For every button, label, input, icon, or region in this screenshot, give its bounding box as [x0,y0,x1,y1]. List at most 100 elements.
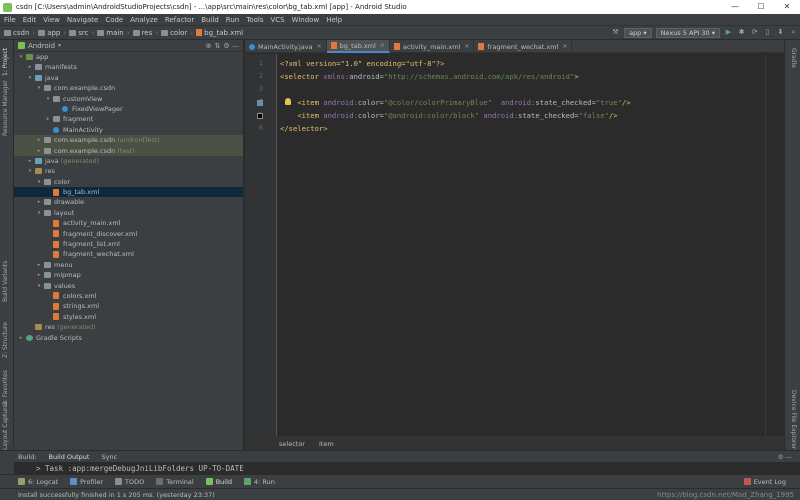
close-button[interactable]: ✕ [774,0,800,14]
editor-tab[interactable]: bg_tab.xml × [326,40,390,53]
chevron-down-icon[interactable]: ▾ [36,281,42,291]
tree-item[interactable]: fragment_list.xml [14,239,243,249]
tree-item[interactable]: fragment_discover.xml [14,229,243,239]
tree-item[interactable]: ▾ app [14,52,243,62]
tree-item[interactable]: ▾ color [14,177,243,187]
chevron-down-icon[interactable]: ▾ [18,52,24,62]
chevron-right-icon[interactable]: ▸ [27,62,33,72]
code-line[interactable]: <item android:color="@color/colorPrimary… [280,96,630,109]
search-icon[interactable]: ⌕ [789,28,798,37]
tree-item[interactable]: ▾ values [14,281,243,291]
editor-tab[interactable]: fragment_wechat.xml × [474,40,573,53]
color-swatch-icon[interactable] [257,113,263,119]
build-variants-tool-button[interactable]: Build Variants [2,261,9,302]
tree-item[interactable]: ▸ manifests [14,62,243,72]
breadcrumb-item[interactable]: csdn › [4,29,35,37]
tab-sync[interactable]: Sync [101,453,117,461]
gradle-tool-button[interactable]: Gradle [790,48,797,68]
code-line[interactable]: <?xml version="1.0" encoding="utf-8"?> [280,57,444,70]
tree-item[interactable]: ▸ fragment [14,114,243,124]
structure-tool-button[interactable]: Z: Structure [2,322,9,358]
menu-view[interactable]: View [43,16,60,24]
run-config-select[interactable]: app ▾ [624,27,652,38]
close-icon[interactable]: × [464,43,469,50]
project-tool-button[interactable]: 1: Project [2,48,9,76]
chevron-down-icon[interactable]: ▾ [36,177,42,187]
sdk-manager-icon[interactable]: ⬇ [776,28,785,37]
tree-item[interactable]: bg_tab.xml [14,187,243,198]
sync-icon[interactable]: ⟳ [750,28,759,37]
chevron-right-icon[interactable]: ▸ [45,114,51,124]
breadcrumb-item[interactable]: color › [161,29,193,37]
debug-icon[interactable]: ✱ [737,28,746,37]
project-view-select[interactable]: Android [28,42,55,50]
tool-window-button[interactable]: 4: Run [244,478,275,486]
tree-item[interactable]: ▾ com.example.csdn [14,83,243,93]
editor-crumb-item[interactable]: item [319,440,334,448]
tree-item[interactable]: res (generated) [14,322,243,332]
breadcrumb-item[interactable]: app › [38,29,66,37]
code-line[interactable]: </selector> [280,122,328,135]
tree-item[interactable]: ▾ res [14,166,243,176]
menu-help[interactable]: Help [326,16,342,24]
gear-icon[interactable]: ⚙ [222,42,231,50]
tree-item[interactable]: ▸ com.example.csdn (test) [14,145,243,156]
collapse-icon[interactable]: ⇅ [213,42,222,50]
close-icon[interactable]: × [317,43,322,50]
tree-item[interactable]: ▸ drawable [14,197,243,207]
chevron-down-icon[interactable]: ▾ [27,73,33,83]
menu-window[interactable]: Window [292,16,320,24]
tree-item[interactable]: ▸ com.example.csdn (androidTest) [14,135,243,146]
close-icon[interactable]: × [380,42,385,49]
chevron-down-icon[interactable]: ▾ [36,208,42,218]
chevron-right-icon[interactable]: ▸ [27,156,33,166]
color-swatch-icon[interactable] [257,100,263,106]
breadcrumb-item[interactable]: src › [69,29,94,37]
tree-item[interactable]: FixedViewPager [14,104,243,114]
lightbulb-icon[interactable] [285,98,291,105]
menu-navigate[interactable]: Navigate [67,16,98,24]
menu-tools[interactable]: Tools [246,16,263,24]
tool-window-button[interactable]: Terminal [156,478,194,486]
hammer-icon[interactable]: ⚒ [611,28,620,37]
tree-item[interactable]: MainActivity [14,125,243,135]
tree-item[interactable]: strings.xml [14,301,243,311]
code-line[interactable]: <item android:color="@android:color/blac… [280,109,617,122]
tool-window-button[interactable]: Build [205,478,232,486]
tree-item[interactable]: activity_main.xml [14,218,243,228]
menu-code[interactable]: Code [105,16,123,24]
menu-build[interactable]: Build [201,16,219,24]
layout-captures-tool-button[interactable]: Layout Captures [2,401,9,450]
tree-item[interactable]: ▾ layout [14,208,243,218]
menu-refactor[interactable]: Refactor [165,16,194,24]
resource-manager-tool-button[interactable]: Resource Manager [2,80,9,136]
tree-item[interactable]: ▾ java [14,73,243,83]
chevron-down-icon[interactable]: ▾ [36,83,42,93]
tab-build-output[interactable]: Build Output [49,453,90,461]
menu-analyze[interactable]: Analyze [130,16,158,24]
chevron-down-icon[interactable]: ▾ [27,166,33,176]
tool-window-button[interactable]: 6: Logcat [18,478,58,486]
chevron-down-icon[interactable]: ▾ [45,94,51,104]
tool-window-button[interactable]: Profiler [70,478,103,486]
breadcrumb-item[interactable]: bg_tab.xml [196,29,243,37]
chevron-right-icon[interactable]: ▸ [36,270,42,280]
editor-tab[interactable]: activity_main.xml × [390,40,475,53]
chevron-right-icon[interactable]: ▸ [18,333,24,343]
chevron-right-icon[interactable]: ▸ [36,260,42,270]
tree-item[interactable]: ▸ Gradle Scripts [14,333,243,343]
breadcrumb-item[interactable]: main › [97,29,130,37]
menu-vcs[interactable]: VCS [270,16,284,24]
editor-tab[interactable]: MainActivity.java × [245,40,327,53]
chevron-right-icon[interactable]: ▸ [36,135,42,145]
maximize-button[interactable]: ☐ [748,0,774,14]
editor-crumb-selector[interactable]: selector [279,440,305,448]
hide-icon[interactable]: — [231,42,240,50]
menu-file[interactable]: File [4,16,16,24]
tree-item[interactable]: fragment_wechat.xml [14,249,243,259]
tool-window-button[interactable]: TODO [115,478,144,486]
minimize-button[interactable]: — [722,0,748,14]
chevron-right-icon[interactable]: ▸ [36,197,42,207]
avd-manager-icon[interactable]: ▯ [763,28,772,37]
menu-run[interactable]: Run [226,16,239,24]
